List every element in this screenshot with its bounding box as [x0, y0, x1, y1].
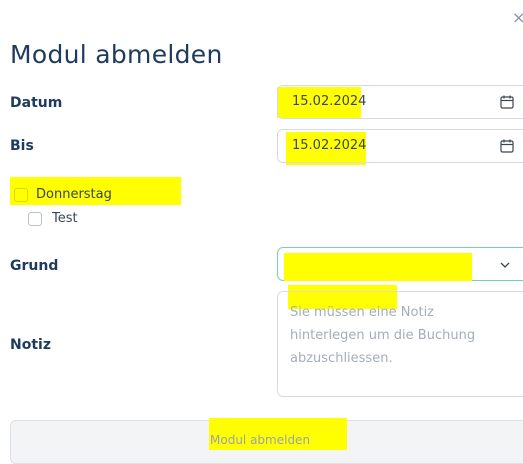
- date-to-value: 15.02.2024: [292, 138, 367, 153]
- calendar-icon[interactable]: [499, 138, 515, 154]
- checkbox-donnerstag[interactable]: [14, 188, 28, 202]
- close-icon[interactable]: ×: [512, 10, 523, 26]
- submit-button-label[interactable]: Modul abmelden: [210, 433, 310, 447]
- date-from-value: 15.02.2024: [292, 94, 367, 109]
- note-placeholder: Sie müssen eine Notiz hinterlegen um die…: [290, 305, 476, 366]
- date-to-field[interactable]: 15.02.2024: [277, 129, 523, 163]
- chevron-down-icon[interactable]: [498, 258, 512, 272]
- note-textarea[interactable]: Sie müssen eine Notiz hinterlegen um die…: [277, 291, 523, 397]
- date-from-label: Datum: [10, 95, 63, 111]
- reason-label: Grund: [10, 258, 59, 274]
- date-to-label: Bis: [10, 138, 34, 154]
- date-from-field[interactable]: 15.02.2024: [277, 85, 523, 119]
- dialog-title: Modul abmelden: [10, 40, 223, 69]
- checkbox-test[interactable]: [28, 212, 42, 226]
- calendar-icon[interactable]: [499, 94, 515, 110]
- checkbox-test-label[interactable]: Test: [52, 211, 78, 226]
- note-label: Notiz: [10, 337, 51, 353]
- highlight-mark: [284, 253, 472, 281]
- checkbox-donnerstag-label[interactable]: Donnerstag: [36, 187, 112, 202]
